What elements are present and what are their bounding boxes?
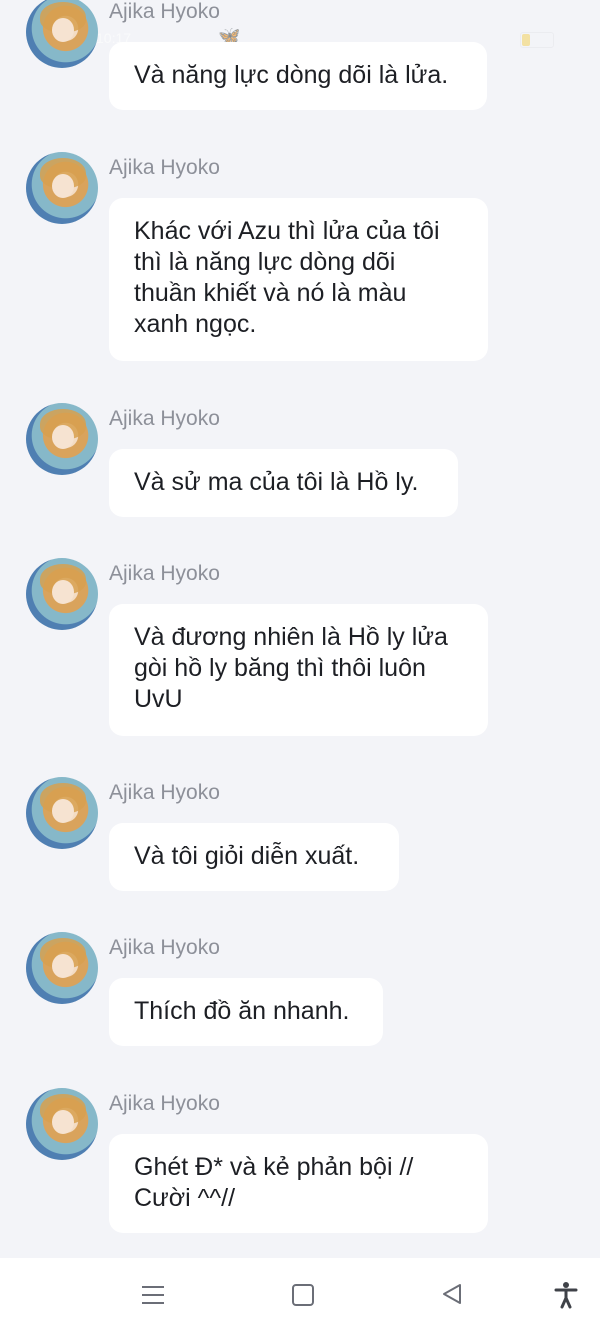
avatar[interactable] xyxy=(26,403,98,475)
sender-name: Ajika Hyoko xyxy=(109,936,220,959)
sender-name: Ajika Hyoko xyxy=(109,1092,220,1115)
avatar[interactable] xyxy=(26,152,98,224)
sender-name: Ajika Hyoko xyxy=(109,781,220,804)
chat-list[interactable]: Ajika Hyoko Và năng lực dòng dõi là lửa.… xyxy=(0,0,600,1258)
message-bubble[interactable]: Và năng lực dòng dõi là lửa. xyxy=(109,42,487,110)
menu-lines-icon[interactable] xyxy=(138,1280,168,1310)
message-bubble[interactable]: Ghét Đ* và kẻ phản bội // Cười ^^// xyxy=(109,1134,488,1233)
sender-name: Ajika Hyoko xyxy=(109,407,220,430)
sender-name: Ajika Hyoko xyxy=(109,562,220,585)
message-bubble[interactable]: Và đương nhiên là Hồ ly lửa gòi hồ ly bă… xyxy=(109,604,488,736)
avatar[interactable] xyxy=(26,777,98,849)
avatar[interactable] xyxy=(26,558,98,630)
message-bubble[interactable]: Và sử ma của tôi là Hồ ly. xyxy=(109,449,458,517)
avatar[interactable] xyxy=(26,1088,98,1160)
message-bubble[interactable]: Và tôi giỏi diễn xuất. xyxy=(109,823,399,891)
triangle-back-icon[interactable] xyxy=(438,1280,468,1310)
sender-name: Ajika Hyoko xyxy=(109,0,220,23)
message-bubble[interactable]: Thích đồ ăn nhanh. xyxy=(109,978,383,1046)
accessibility-person-icon[interactable] xyxy=(551,1280,581,1310)
square-home-icon[interactable] xyxy=(289,1280,319,1310)
avatar[interactable] xyxy=(26,932,98,1004)
message-bubble[interactable]: Khác với Azu thì lửa của tôi thì là năng… xyxy=(109,198,488,361)
avatar[interactable] xyxy=(26,0,98,68)
navigation-bar xyxy=(0,1258,600,1333)
sender-name: Ajika Hyoko xyxy=(109,156,220,179)
